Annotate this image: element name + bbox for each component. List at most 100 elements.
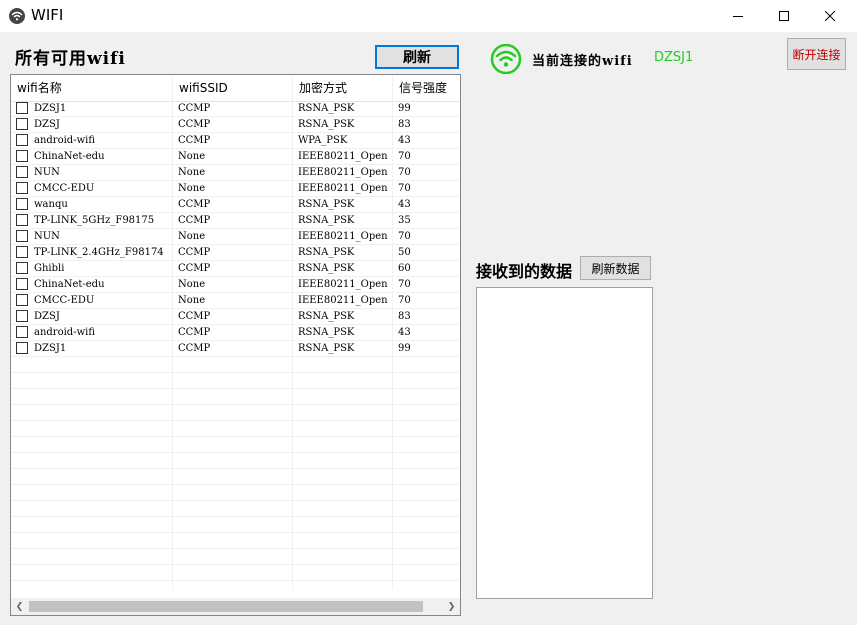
cell-encryption: IEEE80211_Open	[298, 231, 388, 242]
scrollbar-thumb[interactable]	[29, 601, 423, 612]
table-row[interactable]: android-wifi CCMP WPA_PSK 43	[11, 133, 460, 149]
cell-encryption: RSNA_PSK	[298, 343, 355, 354]
table-row[interactable]: ChinaNet-edu None IEEE80211_Open 70	[11, 277, 460, 293]
cell-signal: 70	[398, 151, 411, 162]
scroll-right-icon[interactable]: ❯	[443, 598, 460, 615]
row-checkbox[interactable]	[16, 214, 28, 226]
row-checkbox[interactable]	[16, 294, 28, 306]
table-row[interactable]: ChinaNet-edu None IEEE80211_Open 70	[11, 149, 460, 165]
empty-row	[11, 389, 460, 405]
cell-name: Ghibli	[34, 263, 65, 274]
table-row[interactable]: NUN None IEEE80211_Open 70	[11, 165, 460, 181]
row-checkbox[interactable]	[16, 198, 28, 210]
cell-ssid: CCMP	[178, 135, 211, 146]
row-checkbox[interactable]	[16, 118, 28, 130]
refresh-data-button[interactable]: 刷新数据	[580, 256, 651, 280]
empty-row	[11, 565, 460, 581]
cell-signal: 99	[398, 343, 411, 354]
table-row[interactable]: DZSJ CCMP RSNA_PSK 83	[11, 117, 460, 133]
refresh-button[interactable]: 刷新	[375, 45, 459, 69]
cell-encryption: IEEE80211_Open	[298, 295, 388, 306]
cell-ssid: None	[178, 183, 206, 194]
table-row[interactable]: DZSJ1 CCMP RSNA_PSK 99	[11, 101, 460, 117]
empty-row	[11, 421, 460, 437]
cell-ssid: CCMP	[178, 215, 211, 226]
cell-signal: 70	[398, 295, 411, 306]
row-checkbox[interactable]	[16, 150, 28, 162]
table-row[interactable]: NUN None IEEE80211_Open 70	[11, 229, 460, 245]
cell-signal: 83	[398, 311, 411, 322]
row-checkbox[interactable]	[16, 134, 28, 146]
row-checkbox[interactable]	[16, 230, 28, 242]
row-checkbox[interactable]	[16, 166, 28, 178]
empty-row	[11, 373, 460, 389]
cell-encryption: RSNA_PSK	[298, 215, 355, 226]
cell-ssid: None	[178, 279, 206, 290]
cell-name: TP-LINK_2.4GHz_F98174	[34, 247, 164, 258]
row-checkbox[interactable]	[16, 102, 28, 114]
row-checkbox[interactable]	[16, 182, 28, 194]
cell-name: ChinaNet-edu	[34, 279, 105, 290]
column-header-name[interactable]: wifi名称	[11, 75, 173, 101]
close-button[interactable]	[807, 0, 853, 32]
cell-name: ChinaNet-edu	[34, 151, 105, 162]
row-checkbox[interactable]	[16, 342, 28, 354]
cell-signal: 60	[398, 263, 411, 274]
cell-signal: 43	[398, 199, 411, 210]
row-checkbox[interactable]	[16, 262, 28, 274]
row-checkbox[interactable]	[16, 326, 28, 338]
minimize-button[interactable]	[715, 0, 761, 32]
table-row[interactable]: CMCC-EDU None IEEE80211_Open 70	[11, 181, 460, 197]
empty-row	[11, 533, 460, 549]
column-header-signal[interactable]: 信号强度	[393, 75, 460, 101]
table-row[interactable]: TP-LINK_2.4GHz_F98174 CCMP RSNA_PSK 50	[11, 245, 460, 261]
cell-name: NUN	[34, 231, 60, 242]
window-title: WIFI	[31, 6, 64, 24]
table-row[interactable]: wanqu CCMP RSNA_PSK 43	[11, 197, 460, 213]
wifi-connected-icon	[490, 43, 522, 78]
wifi-list[interactable]: wifi名称 wifiSSID 加密方式 信号强度 DZSJ1 CCMP RSNA_…	[10, 74, 461, 616]
empty-row	[11, 501, 460, 517]
minimize-icon	[733, 16, 743, 17]
row-checkbox[interactable]	[16, 310, 28, 322]
table-row[interactable]: DZSJ CCMP RSNA_PSK 83	[11, 309, 460, 325]
cell-name: CMCC-EDU	[34, 295, 95, 306]
cell-ssid: CCMP	[178, 311, 211, 322]
row-checkbox[interactable]	[16, 246, 28, 258]
cell-signal: 43	[398, 135, 411, 146]
cell-name: wanqu	[34, 199, 68, 210]
empty-row	[11, 549, 460, 565]
cell-encryption: WPA_PSK	[298, 135, 348, 146]
current-wifi-ssid: DZSJ1	[654, 50, 694, 65]
table-row[interactable]: DZSJ1 CCMP RSNA_PSK 99	[11, 341, 460, 357]
table-row[interactable]: TP-LINK_5GHz_F98175 CCMP RSNA_PSK 35	[11, 213, 460, 229]
cell-name: DZSJ	[34, 119, 60, 130]
cell-name: android-wifi	[34, 135, 96, 146]
cell-signal: 70	[398, 167, 411, 178]
cell-ssid: CCMP	[178, 327, 211, 338]
table-row[interactable]: android-wifi CCMP RSNA_PSK 43	[11, 325, 460, 341]
cell-ssid: CCMP	[178, 199, 211, 210]
cell-encryption: RSNA_PSK	[298, 263, 355, 274]
cell-ssid: CCMP	[178, 119, 211, 130]
horizontal-scrollbar[interactable]: ❮ ❯	[11, 598, 460, 615]
current-wifi-label: 当前连接的wifi	[532, 54, 633, 69]
cell-encryption: RSNA_PSK	[298, 311, 355, 322]
maximize-button[interactable]	[761, 0, 807, 32]
cell-name: CMCC-EDU	[34, 183, 95, 194]
received-data-textbox[interactable]	[476, 287, 653, 599]
column-header-ssid[interactable]: wifiSSID	[173, 75, 293, 101]
empty-row	[11, 485, 460, 501]
column-header-encryption[interactable]: 加密方式	[293, 75, 393, 101]
cell-encryption: RSNA_PSK	[298, 327, 355, 338]
table-row[interactable]: CMCC-EDU None IEEE80211_Open 70	[11, 293, 460, 309]
table-row[interactable]: Ghibli CCMP RSNA_PSK 60	[11, 261, 460, 277]
empty-row	[11, 437, 460, 453]
received-data-label: 接收到的数据	[476, 262, 573, 281]
cell-signal: 50	[398, 247, 411, 258]
disconnect-button[interactable]: 断开连接	[787, 38, 846, 70]
row-checkbox[interactable]	[16, 278, 28, 290]
cell-encryption: RSNA_PSK	[298, 103, 355, 114]
scroll-left-icon[interactable]: ❮	[11, 598, 28, 615]
cell-name: NUN	[34, 167, 60, 178]
